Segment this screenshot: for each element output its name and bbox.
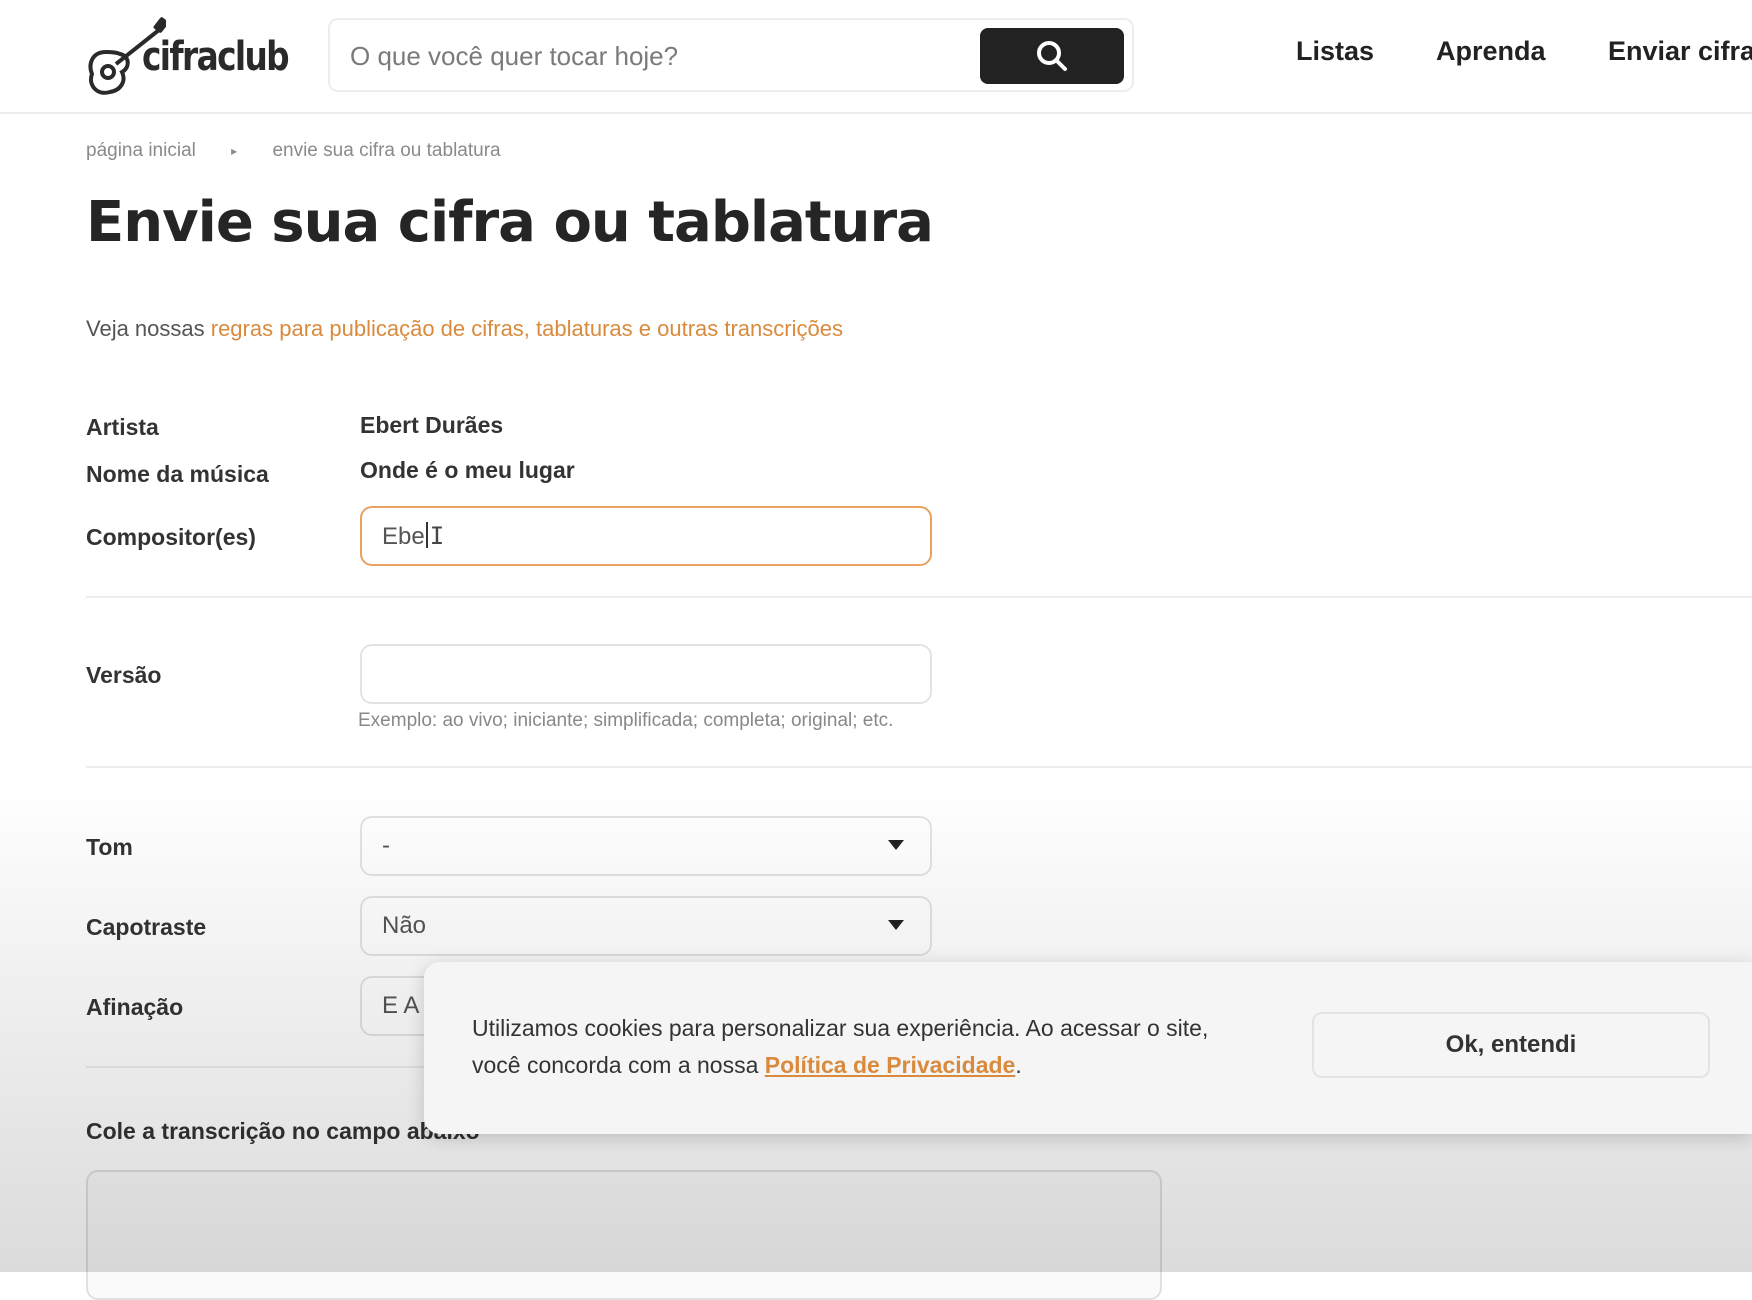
tuning-label: Afinação — [86, 994, 184, 1020]
section-divider — [86, 766, 1752, 768]
artist-value: Ebert Durães — [360, 412, 504, 438]
text-caret — [425, 522, 428, 548]
chevron-down-icon — [888, 840, 904, 850]
composers-label: Compositor(es) — [86, 524, 256, 550]
transcription-textarea[interactable] — [86, 1170, 1162, 1300]
rules-note: Veja nossas regras para publicação de ci… — [86, 316, 843, 342]
breadcrumb-current: envie sua cifra ou tablatura — [272, 140, 501, 161]
section-divider — [86, 596, 1752, 598]
version-label: Versão — [86, 662, 162, 688]
site-header: cifraclub Listas Aprenda Enviar cifra — [0, 0, 1752, 114]
search-input[interactable] — [348, 34, 972, 78]
composers-input[interactable]: Ebe I — [360, 506, 932, 566]
breadcrumb-home[interactable]: página inicial — [86, 140, 196, 162]
logo-text: cifraclub — [142, 34, 290, 80]
search-button[interactable] — [980, 28, 1124, 84]
song-name-value: Onde é o meu lugar — [360, 457, 575, 483]
key-value: - — [382, 832, 390, 859]
breadcrumb: página inicial ▸ envie sua cifra ou tabl… — [86, 140, 501, 162]
key-select[interactable]: - — [360, 816, 932, 876]
version-input[interactable] — [360, 644, 932, 704]
capo-select[interactable]: Não — [360, 896, 932, 956]
page-title: Envie sua cifra ou tablatura — [86, 190, 934, 255]
nav-enviar-cifra[interactable]: Enviar cifra — [1608, 36, 1752, 67]
breadcrumb-separator-icon: ▸ — [231, 143, 238, 158]
song-name-label: Nome da música — [86, 461, 269, 487]
search-icon — [1037, 41, 1067, 71]
composers-value: Ebe — [382, 523, 425, 550]
search-bar — [328, 18, 1134, 92]
cifraclub-logo[interactable]: cifraclub — [86, 12, 290, 100]
nav-listas[interactable]: Listas — [1296, 36, 1374, 67]
cookie-accept-button[interactable]: Ok, entendi — [1312, 1012, 1710, 1078]
privacy-policy-link[interactable]: Política de Privacidade — [765, 1052, 1016, 1078]
text-cursor-icon: I — [429, 522, 445, 550]
tuning-value: E A — [382, 992, 420, 1019]
cookie-text: Utilizamos cookies para personalizar sua… — [472, 1010, 1232, 1084]
transcription-label: Cole a transcrição no campo abaixo — [86, 1118, 480, 1144]
rules-prefix: Veja nossas — [86, 316, 211, 341]
rules-link[interactable]: regras para publicação de cifras, tablat… — [211, 316, 843, 341]
artist-label: Artista — [86, 414, 159, 440]
key-label: Tom — [86, 834, 133, 860]
capo-value: Não — [382, 912, 427, 939]
chevron-down-icon — [888, 920, 904, 930]
cookie-banner: Utilizamos cookies para personalizar sua… — [424, 962, 1752, 1134]
cookie-suffix: . — [1015, 1052, 1022, 1078]
version-hint: Exemplo: ao vivo; iniciante; simplificad… — [358, 710, 894, 731]
capo-label: Capotraste — [86, 914, 207, 940]
composers-value-wrap: Ebe I — [382, 522, 444, 551]
nav-aprenda[interactable]: Aprenda — [1436, 36, 1546, 67]
